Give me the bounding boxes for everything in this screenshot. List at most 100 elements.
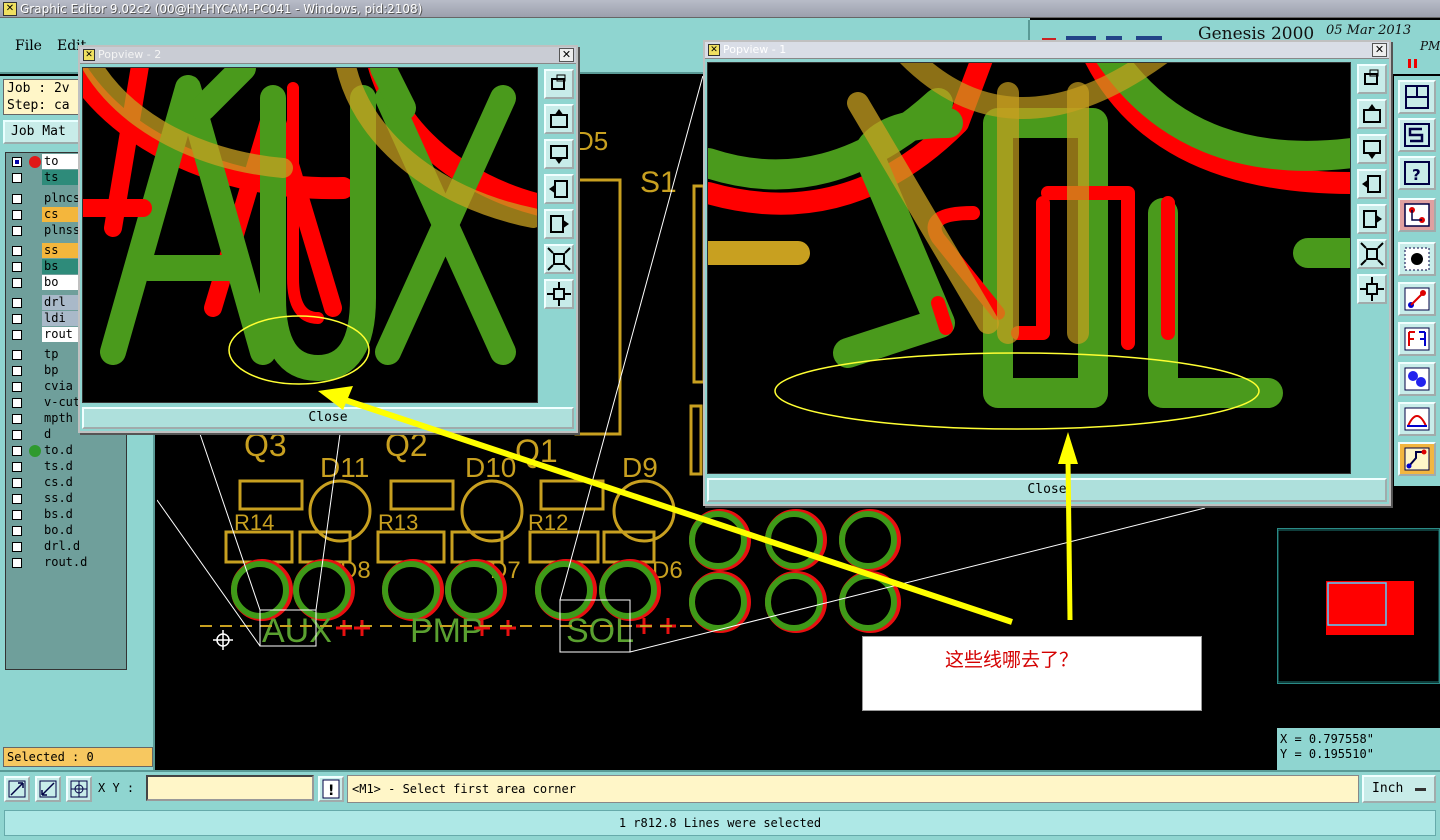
menu-file[interactable]: File bbox=[15, 38, 42, 54]
annotation-note: 这些线哪去了？ bbox=[862, 636, 1202, 711]
layer-checkbox[interactable] bbox=[12, 350, 22, 360]
layer-affected-dot-icon bbox=[29, 445, 41, 457]
popview-1-close-icon[interactable]: ✕ bbox=[1372, 43, 1387, 57]
help-icon[interactable]: ? bbox=[1398, 156, 1436, 190]
layer-row[interactable]: rout.d bbox=[7, 555, 127, 571]
layer-checkbox[interactable] bbox=[12, 414, 22, 424]
layer-checkbox[interactable] bbox=[12, 262, 22, 272]
route-icon[interactable] bbox=[1398, 282, 1436, 316]
popview-1-close-button[interactable]: Close bbox=[707, 478, 1387, 502]
layer-checkbox[interactable] bbox=[12, 382, 22, 392]
coord-y: Y = 0.195510" bbox=[1280, 747, 1374, 761]
popview-2-zoom-out-icon[interactable] bbox=[544, 279, 574, 309]
popview-2-zoom-home-icon[interactable] bbox=[544, 69, 574, 99]
layer-checkbox[interactable] bbox=[12, 226, 22, 236]
popview-2-pan-left-icon[interactable] bbox=[544, 174, 574, 204]
label-q1: Q1 bbox=[515, 433, 558, 469]
popview-2-pan-down-icon[interactable] bbox=[544, 139, 574, 169]
layer-checkbox[interactable] bbox=[12, 526, 22, 536]
layer-checkbox[interactable] bbox=[12, 366, 22, 376]
layer-name[interactable]: ts.d bbox=[42, 459, 126, 474]
pad-icon[interactable] bbox=[1398, 242, 1436, 276]
popview-1-zoom-out-icon[interactable] bbox=[1357, 274, 1387, 304]
layer-name[interactable]: drl.d bbox=[42, 539, 126, 554]
layer-row[interactable]: bo.d bbox=[7, 523, 127, 539]
layer-checkbox[interactable] bbox=[12, 542, 22, 552]
layer-name[interactable]: bo.d bbox=[42, 523, 126, 538]
layer-name[interactable]: bs.d bbox=[42, 507, 126, 522]
popview-2-zoom-in-icon[interactable] bbox=[544, 244, 574, 274]
components-icon[interactable] bbox=[1398, 362, 1436, 396]
popview-1-viewport[interactable] bbox=[707, 62, 1351, 474]
popview-1-zoom-home-icon[interactable] bbox=[1357, 64, 1387, 94]
popview-1-pan-left-icon[interactable] bbox=[1357, 169, 1387, 199]
popview-2-toolbar bbox=[540, 67, 576, 403]
popview-2-close-button[interactable]: Close bbox=[82, 407, 574, 429]
label-d10: D10 bbox=[465, 452, 516, 483]
layer-checkbox[interactable] bbox=[12, 173, 22, 183]
layer-checkbox[interactable] bbox=[12, 430, 22, 440]
layer-checkbox[interactable] bbox=[12, 398, 22, 408]
flip-icon[interactable] bbox=[1398, 322, 1436, 356]
popview-2-app-icon: ✕ bbox=[83, 49, 95, 61]
layout-window-icon[interactable] bbox=[1398, 80, 1436, 114]
window-title: Graphic Editor 9.02c2 (00@HY-HYCAM-PC041… bbox=[20, 2, 423, 16]
layer-checkbox[interactable] bbox=[12, 478, 22, 488]
popview-2-pan-right-icon[interactable] bbox=[544, 209, 574, 239]
layer-checkbox[interactable] bbox=[12, 210, 22, 220]
popview-1-pan-right-icon[interactable] bbox=[1357, 204, 1387, 234]
layer-row[interactable]: bs.d bbox=[7, 507, 127, 523]
layer-checkbox[interactable] bbox=[12, 510, 22, 520]
pause-icon[interactable] bbox=[1408, 59, 1417, 68]
layer-checkbox[interactable] bbox=[12, 330, 22, 340]
status-bar: 1 r812.8 Lines were selected bbox=[4, 810, 1436, 836]
xy-input[interactable] bbox=[146, 775, 314, 801]
netlist-icon[interactable] bbox=[1398, 198, 1436, 232]
overview-minimap[interactable] bbox=[1277, 528, 1440, 684]
popview-2-title: Popview - 2 bbox=[98, 48, 162, 61]
layer-checkbox[interactable] bbox=[12, 446, 22, 456]
popview-1-zoom-in-icon[interactable] bbox=[1357, 239, 1387, 269]
popview-2-pan-up-icon[interactable] bbox=[544, 104, 574, 134]
cursor-coordinates: X = 0.797558" Y = 0.195510" bbox=[1277, 728, 1440, 770]
layer-checkbox[interactable] bbox=[12, 298, 22, 308]
layer-checkbox[interactable] bbox=[12, 558, 22, 568]
bottom-bar: X Y : ! <M1> - Select first area corner … bbox=[0, 770, 1440, 840]
popview-1-pan-up-icon[interactable] bbox=[1357, 99, 1387, 129]
layer-row[interactable]: ts.d bbox=[7, 459, 127, 475]
svg-text:?: ? bbox=[1412, 166, 1421, 184]
layer-name[interactable]: cs.d bbox=[42, 475, 126, 490]
popview-1-window: Popview - 1 ✕ ✕ Close bbox=[703, 40, 1391, 506]
layer-checkbox[interactable] bbox=[12, 157, 22, 167]
trace-route-icon[interactable] bbox=[1398, 442, 1436, 476]
layer-name[interactable]: ss.d bbox=[42, 491, 126, 506]
layer-checkbox[interactable] bbox=[12, 194, 22, 204]
layer-checkbox[interactable] bbox=[12, 462, 22, 472]
zoom-area-icon[interactable] bbox=[4, 776, 30, 802]
warning-icon[interactable]: ! bbox=[318, 776, 344, 802]
popview-1-titlebar[interactable]: Popview - 1 bbox=[705, 42, 1389, 59]
measure-icon[interactable] bbox=[1398, 402, 1436, 436]
layer-row[interactable]: to.d bbox=[7, 443, 127, 459]
unit-select[interactable]: Inch bbox=[1362, 775, 1436, 803]
layer-name[interactable]: rout.d bbox=[42, 555, 126, 570]
layer-row[interactable]: ss.d bbox=[7, 491, 127, 507]
layer-checkbox[interactable] bbox=[12, 246, 22, 256]
grid-snap-icon[interactable] bbox=[66, 776, 92, 802]
layer-row[interactable]: drl.d bbox=[7, 539, 127, 555]
xy-label: X Y : bbox=[98, 781, 135, 795]
popview-2-titlebar[interactable]: Popview - 2 bbox=[80, 47, 576, 64]
layer-checkbox[interactable] bbox=[12, 314, 22, 324]
label-d9: D9 bbox=[622, 452, 658, 483]
popview-1-pan-down-icon[interactable] bbox=[1357, 134, 1387, 164]
label-d5: D5 bbox=[575, 126, 608, 156]
layer-checkbox[interactable] bbox=[12, 494, 22, 504]
layer-checkbox[interactable] bbox=[12, 278, 22, 288]
layer-row[interactable]: cs.d bbox=[7, 475, 127, 491]
silk-sol: SOL bbox=[566, 612, 634, 650]
measure-area-icon[interactable] bbox=[35, 776, 61, 802]
snap-icon[interactable] bbox=[1398, 118, 1436, 152]
layer-name[interactable]: to.d bbox=[42, 443, 126, 458]
popview-2-viewport[interactable] bbox=[82, 67, 538, 403]
popview-2-close-icon[interactable]: ✕ bbox=[559, 48, 574, 62]
